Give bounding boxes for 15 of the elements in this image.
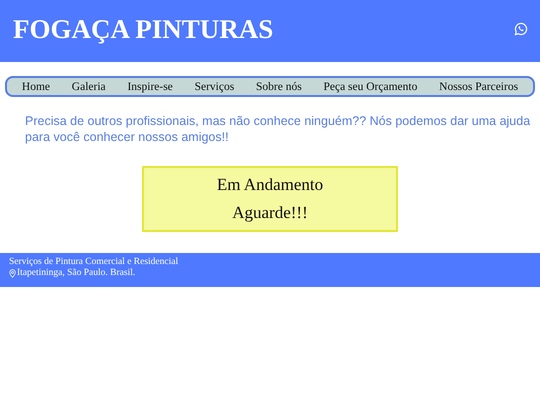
nav-link[interactable]: Sobre nós <box>256 80 302 92</box>
intro-text: Precisa de outros profissionais, mas não conhece ninguém?? Nós podemos dar uma ajuda para você conhecer nossos amigos!! <box>25 113 532 145</box>
footer-location: Itapetininga, São Paulo. Brasil. <box>17 268 136 279</box>
whatsapp-icon[interactable] <box>514 22 528 36</box>
nav-link[interactable]: Galeria <box>72 80 106 92</box>
nav-link[interactable]: Serviços <box>194 80 234 92</box>
nav-link[interactable]: Peça seu Orçamento <box>323 80 418 92</box>
nav-link[interactable]: Inspire-se <box>127 80 173 92</box>
notice-text: Aguarde!!! <box>232 203 308 223</box>
notice-text: Em Andamento <box>216 175 324 195</box>
nav-link[interactable]: Home <box>22 80 50 92</box>
nav-link[interactable]: Nossos Parceiros <box>439 80 518 92</box>
location-pin-icon <box>9 269 16 278</box>
footer-tagline: Serviços de Pintura Comercial e Residencial <box>9 257 180 268</box>
site-title: FOGAÇA PINTURAS <box>13 14 274 44</box>
